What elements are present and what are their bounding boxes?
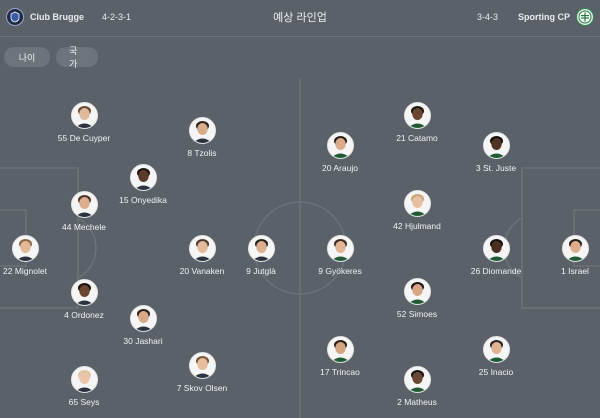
player-card[interactable]: 3 St. Juste <box>451 132 541 173</box>
player-card[interactable]: 1 Israel <box>530 235 600 276</box>
player-avatar <box>247 235 275 262</box>
player-avatar <box>326 235 354 262</box>
player-card[interactable]: 44 Mechele <box>39 191 129 232</box>
tab-nationality[interactable]: 국가 <box>56 46 98 69</box>
player-card[interactable]: 21 Catamo <box>372 102 462 143</box>
player-name: 65 Seys <box>68 397 100 407</box>
header-divider <box>0 36 600 37</box>
player-avatar <box>129 305 157 332</box>
player-name: 17 Trincao <box>320 367 360 377</box>
player-name: 42 Hjulmand <box>393 221 441 231</box>
player-avatar <box>11 235 39 262</box>
player-card[interactable]: 52 Simoes <box>372 278 462 319</box>
player-name: 55 De Cuyper <box>57 133 111 143</box>
player-name: 9 Gyökeres <box>318 266 362 276</box>
player-card[interactable]: 9 Gyökeres <box>295 235 385 276</box>
player-avatar <box>326 336 354 363</box>
player-avatar <box>403 366 431 393</box>
player-avatar <box>70 191 98 218</box>
player-card[interactable]: 42 Hjulmand <box>372 190 462 231</box>
player-card[interactable]: 65 Seys <box>39 366 129 407</box>
away-team[interactable]: 3-4-3 Sporting CP <box>477 8 594 26</box>
player-avatar <box>326 132 354 159</box>
player-avatar <box>188 235 216 262</box>
player-avatar <box>70 279 98 306</box>
player-avatar <box>129 164 157 191</box>
player-avatar <box>188 352 216 379</box>
player-name: 30 Jashari <box>123 336 163 346</box>
player-name: 21 Catamo <box>396 133 438 143</box>
player-avatar <box>482 235 510 262</box>
player-name: 25 Inacio <box>478 367 514 377</box>
player-name: 44 Mechele <box>62 222 106 232</box>
player-name: 8 Tzolis <box>187 148 217 158</box>
player-avatar <box>403 190 431 217</box>
player-card[interactable]: 25 Inacio <box>451 336 541 377</box>
player-name: 20 Araujo <box>322 163 358 173</box>
player-name: 3 St. Juste <box>475 163 517 173</box>
player-avatar <box>561 235 589 262</box>
away-team-name: Sporting CP <box>518 12 570 22</box>
player-card[interactable]: 20 Araujo <box>295 132 385 173</box>
player-avatar <box>482 132 510 159</box>
pitch: 55 De Cuyper 8 Tzolis 15 Onyedika 44 Mec… <box>0 78 600 418</box>
player-card[interactable]: 55 De Cuyper <box>39 102 129 143</box>
player-avatar <box>70 366 98 393</box>
player-name: 26 Diomande <box>470 266 522 276</box>
player-card[interactable]: 7 Skov Olsen <box>157 352 247 393</box>
player-card[interactable]: 30 Jashari <box>98 305 188 346</box>
player-avatar <box>70 102 98 129</box>
filter-tabs: 나이 국가 <box>4 46 98 69</box>
player-name: 2 Matheus <box>397 397 437 407</box>
player-avatar <box>403 102 431 129</box>
player-card[interactable]: 9 Jutglà <box>216 235 306 276</box>
player-avatar <box>188 117 216 144</box>
sporting-cp-crest-icon <box>576 8 594 26</box>
tab-age[interactable]: 나이 <box>4 47 50 67</box>
player-name: 7 Skov Olsen <box>176 383 228 393</box>
player-card[interactable]: 26 Diomande <box>451 235 541 276</box>
player-name: 1 Israel <box>561 266 589 276</box>
player-avatar <box>482 336 510 363</box>
player-avatar <box>403 278 431 305</box>
player-name: 52 Simoes <box>396 309 438 319</box>
player-name: 9 Jutglà <box>246 266 276 276</box>
player-card[interactable]: 22 Mignolet <box>0 235 70 276</box>
player-card[interactable]: 2 Matheus <box>372 366 462 407</box>
player-name: 22 Mignolet <box>3 266 47 276</box>
away-formation: 3-4-3 <box>476 12 498 22</box>
player-card[interactable]: 8 Tzolis <box>157 117 247 158</box>
match-header: Club Brugge 4-2-3-1 예상 라인업 3-4-3 Sportin… <box>0 0 600 34</box>
